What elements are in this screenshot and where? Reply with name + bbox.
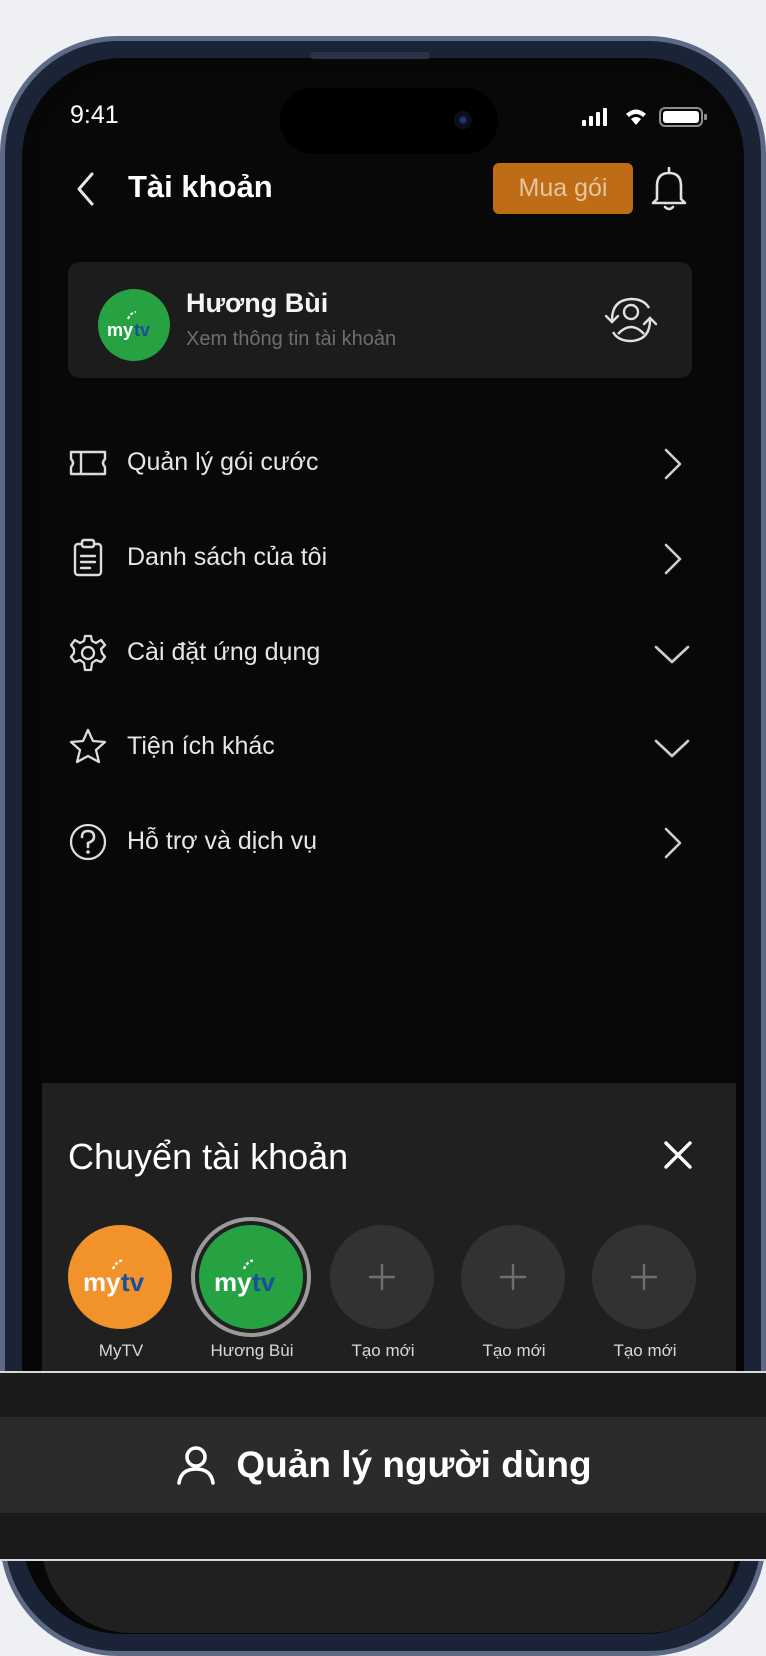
user-icon (177, 1446, 216, 1485)
camera-icon (454, 111, 472, 129)
wifi-icon (626, 109, 646, 125)
status-time: 9:41 (70, 101, 119, 129)
account-avatar: my tv (68, 1225, 172, 1329)
account-label: MyTV (98, 1341, 144, 1360)
profile-name: Hương Bùi (186, 288, 329, 318)
account-label: Tạo mới (351, 1341, 415, 1360)
manage-users-button[interactable]: Quản lý người dùng (0, 1417, 766, 1513)
svg-text:my: my (214, 1267, 252, 1297)
menu-label: Hỗ trợ và dịch vụ (127, 827, 318, 855)
chevron-down-icon (654, 739, 690, 758)
menu-label: Cài đặt ứng dụng (127, 638, 321, 666)
mytv-logo-icon: my tv (214, 1258, 276, 1297)
ticket-icon (69, 450, 107, 476)
manage-users-label: Quản lý người dùng (236, 1444, 592, 1485)
status-icons (582, 107, 707, 127)
add-account-circle (592, 1225, 696, 1329)
svg-text:tv: tv (252, 1267, 276, 1297)
svg-text:tv: tv (134, 320, 150, 340)
plus-icon (630, 1263, 658, 1291)
account-create-new[interactable]: Tạo mới (592, 1225, 698, 1361)
clipboard-icon (73, 538, 103, 577)
buy-package-button[interactable]: Mua gói (493, 163, 633, 214)
bell-icon[interactable] (647, 165, 691, 213)
back-icon[interactable] (72, 169, 102, 209)
svg-text:my: my (107, 320, 133, 340)
page-title: Tài khoản (128, 169, 273, 204)
close-icon[interactable] (660, 1137, 696, 1173)
menu-item-other-utilities[interactable]: Tiện ích khác (42, 716, 736, 776)
add-account-circle (330, 1225, 434, 1329)
menu-item-app-settings[interactable]: Cài đặt ứng dụng (42, 622, 736, 682)
mytv-logo-icon: my tv (107, 311, 150, 340)
avatar: my tv (98, 289, 170, 361)
account-create-new[interactable]: Tạo mới (461, 1225, 567, 1361)
star-icon (69, 728, 107, 764)
chevron-down-icon (654, 645, 690, 664)
help-icon (69, 823, 107, 861)
switch-account-icon[interactable] (600, 294, 662, 346)
signal-icon (582, 108, 607, 126)
svg-text:tv: tv (121, 1267, 145, 1297)
speaker-grille (310, 52, 430, 59)
menu-label: Quản lý gói cước (127, 448, 319, 476)
gear-icon (69, 634, 107, 672)
sheet-title: Chuyển tài khoản (68, 1136, 349, 1177)
menu-label: Tiện ích khác (127, 732, 275, 760)
plus-icon (499, 1263, 527, 1291)
battery-icon (659, 107, 707, 127)
chevron-right-icon (664, 827, 682, 859)
account-label: Tạo mới (613, 1341, 677, 1360)
menu-item-package[interactable]: Quản lý gói cước (42, 432, 736, 492)
menu-item-support[interactable]: Hỗ trợ và dịch vụ (42, 811, 736, 871)
svg-text:my: my (83, 1267, 121, 1297)
mytv-logo-icon: my tv (83, 1258, 145, 1297)
chevron-right-icon (664, 448, 682, 480)
account-avatar-selected: my tv (199, 1225, 303, 1329)
plus-icon (368, 1263, 396, 1291)
account-mytv[interactable]: my tv MyTV (68, 1225, 174, 1361)
manage-users-banner: Quản lý người dùng (0, 1371, 766, 1561)
chevron-right-icon (664, 543, 682, 575)
account-label: Hương Bùi (210, 1341, 294, 1360)
account-huong-bui[interactable]: my tv Hương Bùi (199, 1225, 305, 1361)
menu-label: Danh sách của tôi (127, 543, 328, 571)
menu-item-my-list[interactable]: Danh sách của tôi (42, 527, 736, 587)
account-label: Tạo mới (482, 1341, 546, 1360)
account-create-new[interactable]: Tạo mới (330, 1225, 436, 1361)
profile-subtitle[interactable]: Xem thông tin tài khoản (186, 328, 396, 351)
profile-card[interactable]: my tv Hương Bùi Xem thông tin tài khoản (68, 262, 692, 378)
add-account-circle (461, 1225, 565, 1329)
